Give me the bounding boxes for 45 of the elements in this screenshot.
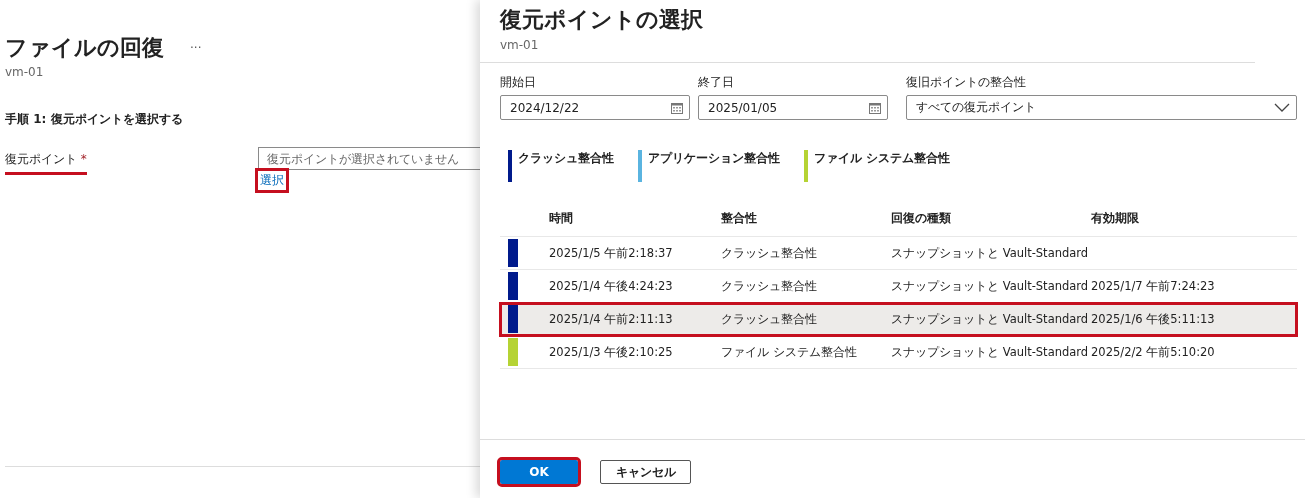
restore-point-field[interactable]: 復元ポイントが選択されていません bbox=[257, 147, 480, 170]
filter-label: 終了日 bbox=[698, 74, 735, 91]
more-options[interactable]: ··· bbox=[190, 41, 202, 55]
table-cell-text: スナップショットと Vault-Standard bbox=[891, 245, 1090, 261]
calendar-icon bbox=[671, 101, 683, 114]
select-link[interactable]: 選択 bbox=[257, 171, 286, 190]
date-field[interactable]: 2025/01/05 bbox=[698, 95, 888, 120]
table-cell-text: クラッシュ整合性 bbox=[721, 245, 818, 261]
table-cell-text: スナップショットと Vault-Standard bbox=[891, 311, 1090, 327]
table-cell-text: 2025/1/5 午前2:18:37 bbox=[549, 245, 674, 261]
table-row[interactable]: 2025/1/5 午前2:18:37 クラッシュ整合性 スナップショットと Vault-Standard bbox=[500, 237, 1297, 270]
table-cell-text: スナップショットと Vault-Standard bbox=[891, 278, 1090, 294]
ok-button[interactable]: OK bbox=[500, 460, 578, 484]
dropdown[interactable]: すべての復元ポイント bbox=[906, 95, 1297, 120]
table-cell-text: 2025/1/6 午後5:11:13 bbox=[1091, 311, 1216, 327]
column-header: 整合性 bbox=[721, 210, 758, 227]
page-subtitle: vm-01 bbox=[5, 65, 45, 79]
panel-title: 復元ポイントの選択 bbox=[500, 6, 704, 34]
column-header: 有効期限 bbox=[1091, 210, 1140, 227]
table-row[interactable]: 2025/1/3 午後2:10:25 ファイル システム整合性 スナップショットと Vault-Standard 2025/2/2 午前5:10:20 bbox=[500, 336, 1297, 369]
table-cell-text: ファイル システム整合性 bbox=[721, 344, 858, 360]
table-cell-text: クラッシュ整合性 bbox=[721, 278, 818, 294]
table-cell-text: 2025/2/2 午前5:10:20 bbox=[1091, 344, 1216, 360]
legend-label: ファイル システム整合性 bbox=[814, 150, 951, 167]
legend-label: アプリケーション整合性 bbox=[648, 150, 780, 167]
table-cell-text: 2025/1/7 午前7:24:23 bbox=[1091, 278, 1216, 294]
legend-label: クラッシュ整合性 bbox=[518, 150, 614, 167]
chevron-down-icon bbox=[1274, 103, 1290, 112]
column-header: 時間 bbox=[549, 210, 574, 227]
panel-subtitle: vm-01 bbox=[500, 38, 540, 52]
table-row[interactable]: 2025/1/4 午前2:11:13 クラッシュ整合性 スナップショットと Vault-Standard 2025/1/6 午後5:11:13 bbox=[500, 303, 1297, 336]
field-label: 復元ポイント * bbox=[5, 147, 87, 175]
table-cell-text: 2025/1/4 午後4:24:23 bbox=[549, 278, 674, 294]
filter-label: 開始日 bbox=[500, 74, 537, 91]
filter-label: 復旧ポイントの整合性 bbox=[906, 74, 1027, 91]
step-heading: 手順 1: 復元ポイントを選択する bbox=[5, 111, 184, 128]
page-title: ファイルの回復 bbox=[5, 34, 164, 62]
date-field[interactable]: 2024/12/22 bbox=[500, 95, 690, 120]
table-cell-text: 2025/1/4 午前2:11:13 bbox=[549, 311, 674, 327]
column-header: 回復の種類 bbox=[891, 210, 952, 227]
table-cell-text: スナップショットと Vault-Standard bbox=[891, 344, 1090, 360]
cancel-button[interactable]: キャンセル bbox=[600, 460, 691, 484]
table-cell-text: クラッシュ整合性 bbox=[721, 311, 818, 327]
calendar-icon bbox=[869, 101, 881, 114]
table-cell-text: 2025/1/3 午後2:10:25 bbox=[549, 344, 674, 360]
